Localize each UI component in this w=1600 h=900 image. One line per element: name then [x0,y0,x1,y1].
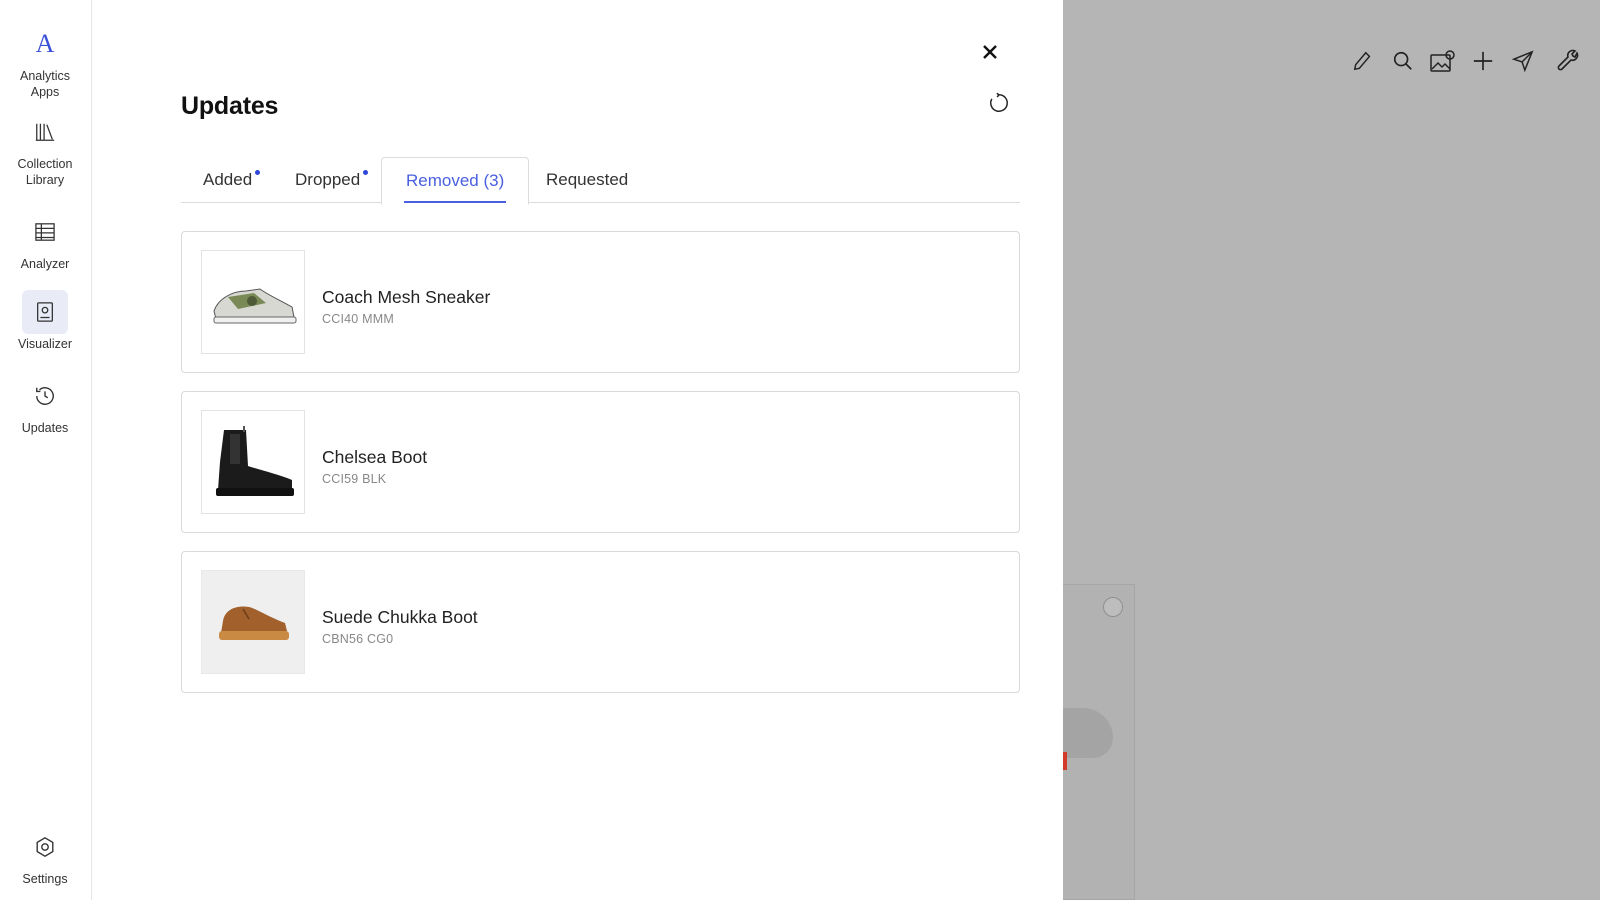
sidebar-item-label: Updates [21,421,69,435]
background-accent-mark [1063,752,1067,770]
new-indicator-dot [255,169,261,175]
pencil-icon[interactable] [1350,48,1376,74]
sidebar-item-label: Collection Library [17,157,73,187]
tab-requested[interactable]: Requested [546,157,628,203]
product-sku: CBN56 CG0 [322,632,394,646]
refresh-icon [990,92,1008,112]
close-button[interactable] [976,38,1004,66]
sidebar-item-visualizer[interactable]: Visualizer [0,290,90,352]
product-sku: CCI59 BLK [322,472,387,486]
search-icon[interactable] [1390,48,1416,74]
analytics-logo-icon: A [22,22,68,66]
sidebar-item-analytics-apps[interactable]: A Analytics Apps [0,22,90,100]
removed-items-list: Coach Mesh Sneaker CCI40 MMM Chelsea Boo… [181,231,1020,711]
background-toolbar [1350,48,1582,74]
wrench-icon[interactable] [1556,48,1582,74]
sidebar-item-label: Analyzer [20,257,70,271]
sidebar: A Analytics Apps Collection Library Analyz… [0,0,92,900]
product-sku: CCI40 MMM [322,312,394,326]
tab-dropped[interactable]: Dropped [295,157,369,203]
page-title: Updates [181,92,279,120]
sidebar-item-label: Analytics Apps [19,69,71,99]
background-radio [1103,597,1123,617]
plus-icon[interactable] [1470,48,1496,74]
tab-added[interactable]: Added [203,157,261,203]
product-name: Coach Mesh Sneaker [322,287,491,307]
sneaker-image [213,288,297,324]
list-item[interactable]: Suede Chukka Boot CBN56 CG0 [181,551,1020,693]
send-icon[interactable] [1510,48,1536,74]
tab-bar: Added Dropped Removed (3) Requested [181,157,1020,205]
product-thumbnail [201,410,305,514]
history-clock-icon [22,374,68,418]
chelsea-boot-image [216,426,294,496]
tab-removed[interactable]: Removed (3) [381,157,530,205]
product-thumbnail [201,250,305,354]
chukka-boot-image [219,606,289,640]
sidebar-item-analyzer[interactable]: Analyzer [0,210,90,272]
product-name: Suede Chukka Boot [322,607,478,627]
product-thumbnail [201,570,305,674]
close-icon [983,45,997,59]
settings-gear-icon [22,825,68,869]
list-item[interactable]: Coach Mesh Sneaker CCI40 MMM [181,231,1020,373]
product-name: Chelsea Boot [322,447,428,467]
table-grid-icon [22,210,68,254]
refresh-button[interactable] [986,90,1012,116]
logo-letter: A [35,29,55,58]
sidebar-item-label: Visualizer [18,337,72,351]
active-tab-underline [404,200,507,203]
library-books-icon [22,110,68,154]
updates-panel: Updates Added Dropped Removed (3) Reques… [92,0,1063,900]
document-portrait-icon [22,290,68,334]
new-indicator-dot [363,169,369,175]
sidebar-item-updates[interactable]: Updates [0,374,90,436]
image-settings-icon[interactable] [1430,48,1456,74]
dimmed-backdrop[interactable] [1063,0,1600,900]
sidebar-item-collection-library[interactable]: Collection Library [0,110,90,188]
sidebar-item-label: Settings [22,872,68,886]
list-item[interactable]: Chelsea Boot CCI59 BLK [181,391,1020,533]
sidebar-item-settings[interactable]: Settings [0,825,90,887]
